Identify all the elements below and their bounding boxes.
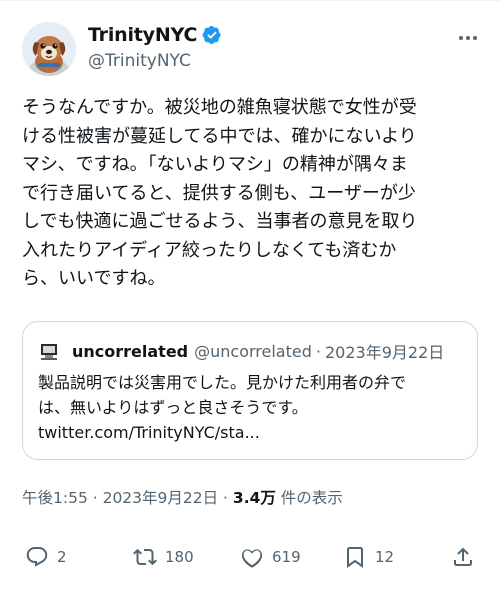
like-count: 619 [272,548,301,566]
tweet-timestamp[interactable]: 午後1:55 · 2023年9月22日 · [22,489,233,507]
retweet-icon [133,548,157,566]
reply-count: 2 [57,548,67,566]
author-display-name[interactable]: TrinityNYC [88,24,197,46]
quoted-tweet[interactable]: uncorrelated @uncorrelated · 2023年9月22日 … [22,321,478,460]
views-label: 件の表示 [275,489,343,507]
share-button[interactable] [451,545,475,569]
retweet-button[interactable]: 180 [133,545,194,569]
bookmark-count: 12 [375,548,395,566]
bookmark-button[interactable]: 12 [343,545,394,569]
quoted-tweet-header: uncorrelated @uncorrelated · 2023年9月22日 [38,339,444,363]
heart-icon [241,549,263,568]
tweet-page: TrinityNYC @TrinityNYC そうなんですか。被災地の雑魚寝状態… [0,0,500,591]
author-handle[interactable]: @TrinityNYC [88,51,191,71]
dog-avatar-icon [22,22,76,76]
author-name-row[interactable]: TrinityNYC [88,24,222,46]
reply-button[interactable]: 2 [25,545,67,569]
action-bar: 2 180 619 12 [0,545,500,575]
quoted-avatar-icon [38,340,60,362]
quoted-separator: · [315,341,321,361]
top-divider [0,0,500,1]
share-icon [454,547,472,566]
reply-icon [26,547,48,567]
like-button[interactable]: 619 [240,545,301,569]
retweet-count: 180 [165,548,194,566]
bookmark-icon [347,547,363,568]
views-count: 3.4万 [232,489,276,507]
quoted-handle: @uncorrelated [194,341,312,361]
quoted-tweet-body: 製品説明では災害用でした。見かけた利用者の弁で は、無いよりはずっと良さそうです… [38,373,407,442]
verified-badge-icon [202,26,221,44]
tweet-meta: 午後1:55 · 2023年9月22日 · 3.4万 件の表示 [22,486,343,508]
avatar[interactable] [22,22,76,76]
quoted-date: 2023年9月22日 [324,343,445,362]
tweet-body: そうなんですか。被災地の雑魚寝状態で女性が受 ける性被害が蔓延してる中では、確か… [22,97,418,289]
more-icon[interactable] [456,26,480,50]
quoted-display-name: uncorrelated [72,341,189,361]
